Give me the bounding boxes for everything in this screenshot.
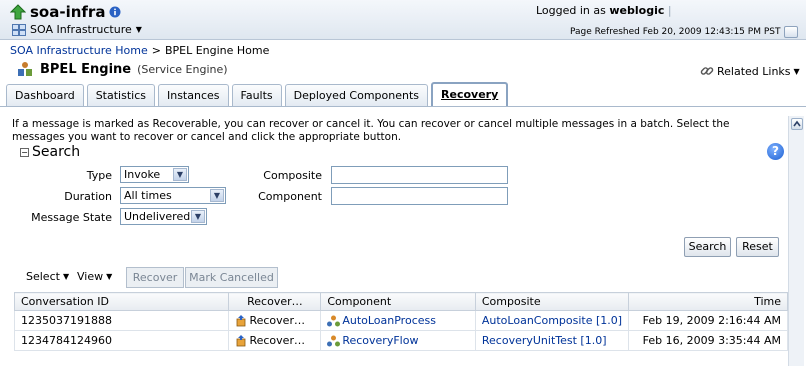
help-icon[interactable]: ? [767, 143, 784, 160]
duration-select[interactable]: All times ▼ [120, 187, 226, 204]
composite-label: Composite [263, 169, 322, 182]
search-section-header[interactable]: − Search [20, 144, 80, 160]
type-select[interactable]: Invoke ▼ [120, 166, 189, 183]
column-conversation-id[interactable]: Conversation ID [13, 292, 230, 311]
recover-link[interactable]: Recover… [249, 314, 305, 327]
column-composite[interactable]: Composite [474, 292, 630, 311]
search-button[interactable]: Search [684, 237, 731, 257]
link-icon [700, 67, 714, 75]
recover-link[interactable]: Recover… [249, 334, 305, 347]
page-heading: BPEL Engine (Service Engine) [16, 60, 228, 78]
recover-cell[interactable]: Recover… [228, 330, 322, 351]
tab-divider [0, 106, 806, 107]
recover-icon [237, 335, 246, 347]
breadcrumb: SOA Infrastructure Home > BPEL Engine Ho… [10, 44, 269, 57]
mark-cancelled-button[interactable]: Mark Cancelled [185, 267, 278, 288]
reset-button[interactable]: Reset [736, 237, 779, 257]
bpel-process-icon [327, 335, 341, 347]
soa-infrastructure-label: SOA Infrastructure [30, 23, 132, 36]
page-refreshed-text: Page Refreshed Feb 20, 2009 12:43:15 PM … [570, 27, 781, 37]
chevron-down-icon: ▼ [793, 66, 800, 76]
time-cell: Feb 19, 2009 2:16:44 AM [628, 310, 788, 331]
chevron-down-icon: ▼ [135, 25, 142, 34]
table-header-row: Conversation ID Recover… Component Compo… [13, 292, 788, 311]
tab-statistics[interactable]: Statistics [86, 84, 155, 106]
table-toolbar: Select ▼ View ▼ Recover Mark Cancelled [14, 266, 788, 290]
column-time[interactable]: Time [628, 292, 788, 311]
component-label: Component [258, 190, 322, 203]
select-menu[interactable]: Select ▼ [26, 270, 69, 283]
divider: | [667, 4, 672, 17]
chevron-down-icon: ▼ [62, 272, 70, 281]
composite-link[interactable]: RecoveryUnitTest [1.0] [482, 334, 607, 347]
info-icon[interactable] [109, 6, 121, 18]
component-input[interactable] [331, 187, 508, 205]
vertical-scrollbar[interactable] [788, 116, 804, 366]
breadcrumb-soa-home[interactable]: SOA Infrastructure Home [10, 44, 148, 57]
recover-button[interactable]: Recover [126, 267, 184, 288]
breadcrumb-bpel-home: BPEL Engine Home [164, 44, 270, 57]
component-cell[interactable]: AutoLoanProcess [320, 310, 476, 331]
search-title: Search [32, 144, 81, 160]
tab-faults[interactable]: Faults [231, 84, 282, 106]
up-arrow-icon[interactable] [10, 4, 26, 20]
table-row[interactable]: 1235037191888 Recover… AutoLoanProcess A… [13, 310, 788, 331]
refresh-icon[interactable] [784, 26, 799, 38]
recovery-table: Conversation ID Recover… Component Compo… [13, 292, 788, 351]
tab-deployed-components[interactable]: Deployed Components [284, 84, 429, 106]
page-refresh: Page Refreshed Feb 20, 2009 12:43:15 PM … [570, 26, 799, 38]
composite-link[interactable]: AutoLoanComposite [1.0] [482, 314, 622, 327]
chevron-up-icon [793, 120, 801, 127]
conversation-id-cell: 1234784124960 [13, 330, 230, 351]
soa-infrastructure-menu[interactable]: SOA Infrastructure ▼ [12, 23, 142, 36]
view-menu[interactable]: View ▼ [77, 270, 112, 283]
grid-icon [12, 23, 26, 36]
recovery-description: If a message is marked as Recoverable, y… [12, 118, 730, 143]
breadcrumb-separator: > [151, 44, 161, 57]
tab-bar: Dashboard Statistics Instances Faults De… [6, 82, 509, 106]
time-cell: Feb 16, 2009 3:35:44 AM [628, 330, 788, 351]
header-bar: soa-infra SOA Infrastructure ▼ Logged in… [0, 0, 806, 40]
type-label: Type [86, 169, 112, 182]
component-cell[interactable]: RecoveryFlow [320, 330, 476, 351]
tab-dashboard[interactable]: Dashboard [6, 84, 84, 106]
tab-instances[interactable]: Instances [157, 84, 229, 106]
scroll-up-arrow[interactable] [791, 118, 803, 130]
component-link[interactable]: AutoLoanProcess [342, 314, 436, 327]
chevron-down-icon: ▼ [173, 168, 187, 181]
composite-input[interactable] [331, 166, 508, 184]
login-status: Logged in as weblogic | [536, 4, 672, 17]
recover-cell[interactable]: Recover… [228, 310, 322, 331]
chevron-down-icon: ▼ [191, 210, 205, 223]
recover-icon [237, 315, 246, 327]
select-menu-label: Select [26, 270, 60, 283]
message-state-select[interactable]: Undelivered ▼ [120, 208, 207, 225]
composite-cell[interactable]: AutoLoanComposite [1.0] [474, 310, 630, 331]
username: weblogic [609, 4, 665, 17]
bpel-engine-icon [18, 62, 32, 76]
duration-label: Duration [64, 190, 112, 203]
table-row[interactable]: 1234784124960 Recover… RecoveryFlow Reco… [13, 330, 788, 351]
collapse-icon[interactable]: − [20, 147, 29, 157]
composite-cell[interactable]: RecoveryUnitTest [1.0] [474, 330, 630, 351]
tab-recovery[interactable]: Recovery [431, 82, 509, 106]
component-link[interactable]: RecoveryFlow [342, 334, 418, 347]
message-state-select-value: Undelivered [124, 210, 191, 223]
bpel-process-icon [327, 315, 341, 327]
app-title-row: soa-infra [10, 3, 121, 21]
chevron-down-icon: ▼ [106, 272, 113, 281]
message-state-label: Message State [31, 211, 112, 224]
related-links-label: Related Links [717, 64, 791, 78]
logged-in-label: Logged in as [536, 4, 606, 17]
related-links-menu[interactable]: Related Links ▼ [700, 64, 800, 78]
column-component[interactable]: Component [320, 292, 476, 311]
duration-select-value: All times [124, 189, 172, 202]
type-select-value: Invoke [124, 168, 161, 181]
app-title: soa-infra [30, 3, 106, 21]
view-menu-label: View [77, 270, 104, 283]
page-subtitle: (Service Engine) [137, 62, 228, 76]
conversation-id-cell: 1235037191888 [13, 310, 230, 331]
column-recover[interactable]: Recover… [228, 292, 322, 311]
page-title: BPEL Engine [40, 61, 132, 77]
